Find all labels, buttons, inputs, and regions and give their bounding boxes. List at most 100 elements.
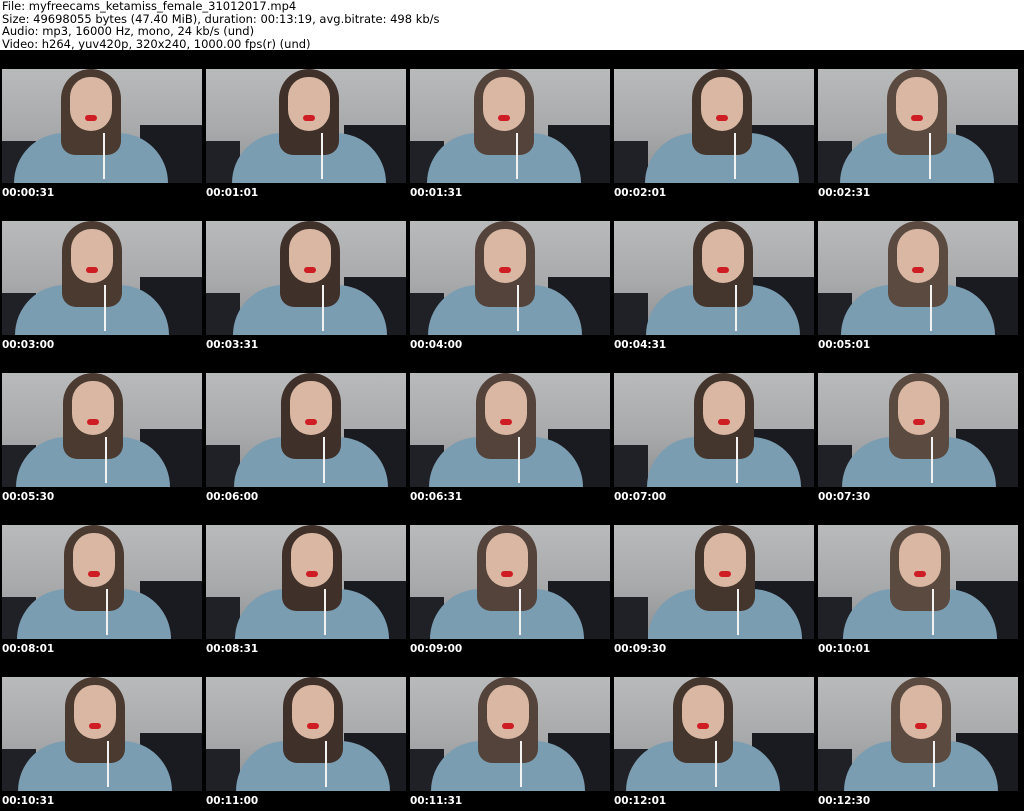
thumbnail-cell[interactable]: 00:04:00 <box>408 202 612 354</box>
earphone-wire <box>324 589 326 635</box>
thumbnail-cell[interactable]: 00:05:01 <box>816 202 1020 354</box>
face-shape <box>290 381 332 435</box>
thumbnail-cell[interactable]: 00:07:00 <box>612 354 816 506</box>
earphone-wire <box>106 589 108 635</box>
thumbnail-timestamp: 00:10:31 <box>2 795 55 807</box>
face-shape <box>486 533 528 587</box>
earphone-wire <box>737 589 739 635</box>
lips-shape <box>85 115 97 121</box>
earphone-wire <box>736 437 738 483</box>
lips-shape <box>913 419 925 425</box>
thumbnail-cell[interactable]: 00:06:00 <box>204 354 408 506</box>
video-frame-thumbnail <box>2 373 202 487</box>
thumbnail-cell[interactable]: 00:12:30 <box>816 658 1020 810</box>
face-shape <box>900 685 942 739</box>
thumbnail-timestamp: 00:11:31 <box>410 795 463 807</box>
face-shape <box>703 381 745 435</box>
thumbnail-cell[interactable]: 00:11:31 <box>408 658 612 810</box>
video-frame-thumbnail <box>206 677 406 791</box>
video-frame-thumbnail <box>206 69 406 183</box>
thumbnail-timestamp: 00:01:01 <box>206 187 259 199</box>
thumbnail-cell[interactable]: 00:10:01 <box>816 506 1020 658</box>
thumbnail-cell[interactable]: 00:09:30 <box>612 506 816 658</box>
earphone-wire <box>516 133 518 179</box>
face-shape <box>702 229 744 283</box>
face-shape <box>899 533 941 587</box>
thumbnail-cell[interactable]: 00:07:30 <box>816 354 1020 506</box>
video-frame-thumbnail <box>614 69 814 183</box>
earphone-wire <box>519 589 521 635</box>
lips-shape <box>304 267 316 273</box>
thumbnail-grid: 00:00:31 00:01:01 00:01:31 00:02:01 00:02:31… <box>0 50 1024 811</box>
video-frame-thumbnail <box>410 221 610 335</box>
lips-shape <box>502 723 514 729</box>
thumbnail-timestamp: 00:03:31 <box>206 339 259 351</box>
thumbnail-timestamp: 00:07:30 <box>818 491 871 503</box>
face-shape <box>288 77 330 131</box>
file-name-line: File: myfreecams_ketamiss_female_3101201… <box>2 0 297 13</box>
thumbnail-cell[interactable]: 00:02:01 <box>612 50 816 202</box>
lips-shape <box>500 419 512 425</box>
video-frame-thumbnail <box>206 221 406 335</box>
lips-shape <box>915 723 927 729</box>
lips-shape <box>303 115 315 121</box>
face-shape <box>483 77 525 131</box>
thumbnail-cell[interactable]: 00:10:31 <box>0 658 204 810</box>
lips-shape <box>501 571 513 577</box>
face-shape <box>485 381 527 435</box>
thumbnail-timestamp: 00:09:30 <box>614 643 667 655</box>
thumbnail-cell[interactable]: 00:12:01 <box>612 658 816 810</box>
thumbnail-cell[interactable]: 00:00:31 <box>0 50 204 202</box>
thumbnail-cell[interactable]: 00:05:30 <box>0 354 204 506</box>
thumbnail-cell[interactable]: 00:03:31 <box>204 202 408 354</box>
video-frame-thumbnail <box>818 525 1018 639</box>
lips-shape <box>697 723 709 729</box>
lips-shape <box>911 115 923 121</box>
video-frame-thumbnail <box>410 677 610 791</box>
background-couch <box>614 293 648 335</box>
lips-shape <box>87 419 99 425</box>
face-shape <box>896 77 938 131</box>
earphone-wire <box>735 285 737 331</box>
earphone-wire <box>321 133 323 179</box>
earphone-wire <box>103 133 105 179</box>
thumbnail-cell[interactable]: 00:04:31 <box>612 202 816 354</box>
lips-shape <box>717 267 729 273</box>
thumbnail-cell[interactable]: 00:01:31 <box>408 50 612 202</box>
face-shape <box>292 685 334 739</box>
face-shape <box>71 229 113 283</box>
lips-shape <box>718 419 730 425</box>
video-frame-thumbnail <box>2 221 202 335</box>
earphone-wire <box>323 437 325 483</box>
earphone-wire <box>325 741 327 787</box>
earphone-wire <box>518 437 520 483</box>
earphone-wire <box>715 741 717 787</box>
video-frame-thumbnail <box>818 69 1018 183</box>
lips-shape <box>305 419 317 425</box>
thumbnail-timestamp: 00:11:00 <box>206 795 259 807</box>
thumbnail-cell[interactable]: 00:08:01 <box>0 506 204 658</box>
thumbnail-timestamp: 00:09:00 <box>410 643 463 655</box>
lips-shape <box>89 723 101 729</box>
thumbnail-timestamp: 00:06:00 <box>206 491 259 503</box>
thumbnail-timestamp: 00:08:01 <box>2 643 55 655</box>
earphone-wire <box>931 437 933 483</box>
thumbnail-cell[interactable]: 00:01:01 <box>204 50 408 202</box>
face-shape <box>897 229 939 283</box>
earphone-wire <box>322 285 324 331</box>
thumbnail-cell[interactable]: 00:02:31 <box>816 50 1020 202</box>
thumbnail-cell[interactable]: 00:03:00 <box>0 202 204 354</box>
background-couch <box>614 141 648 183</box>
thumbnail-cell[interactable]: 00:11:00 <box>204 658 408 810</box>
file-info-header: File: myfreecams_ketamiss_female_3101201… <box>0 0 1024 50</box>
background-couch <box>614 597 648 639</box>
lips-shape <box>499 267 511 273</box>
thumbnail-cell[interactable]: 00:08:31 <box>204 506 408 658</box>
video-frame-thumbnail <box>614 525 814 639</box>
thumbnail-cell[interactable]: 00:06:31 <box>408 354 612 506</box>
video-frame-thumbnail <box>614 221 814 335</box>
lips-shape <box>498 115 510 121</box>
thumbnail-cell[interactable]: 00:09:00 <box>408 506 612 658</box>
lips-shape <box>914 571 926 577</box>
video-frame-thumbnail <box>410 69 610 183</box>
